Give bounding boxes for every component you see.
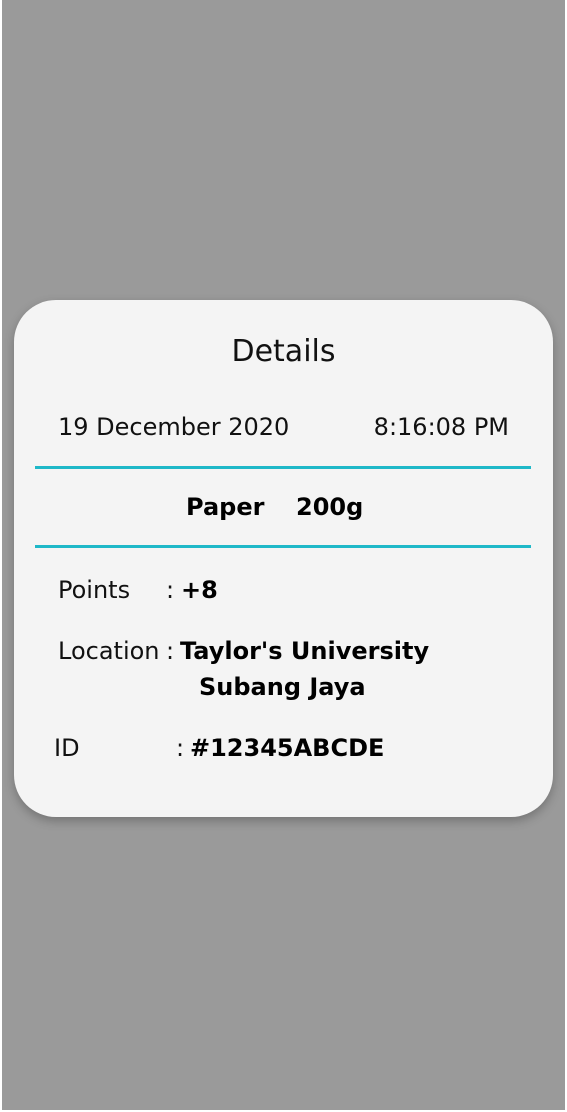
divider-top	[35, 466, 531, 469]
divider-bottom	[35, 545, 531, 548]
id-label: ID	[54, 734, 80, 762]
material-weight: 200g	[296, 493, 364, 521]
location-colon: :	[166, 637, 175, 665]
id-colon: :	[176, 734, 185, 762]
location-line1: Taylor's University	[180, 637, 430, 665]
location-label: Location	[58, 637, 160, 665]
id-value: #12345ABCDE	[190, 734, 385, 762]
details-card: Details 19 December 2020 8:16:08 PM Pape…	[14, 300, 553, 817]
points-label: Points	[58, 576, 131, 604]
points-colon: :	[166, 576, 175, 604]
points-value: +8	[181, 576, 218, 604]
transaction-time: 8:16:08 PM	[373, 413, 509, 441]
location-line2: Subang Jaya	[199, 673, 366, 701]
transaction-date: 19 December 2020	[58, 413, 290, 441]
details-title: Details	[231, 334, 336, 369]
material-type: Paper	[186, 493, 265, 521]
